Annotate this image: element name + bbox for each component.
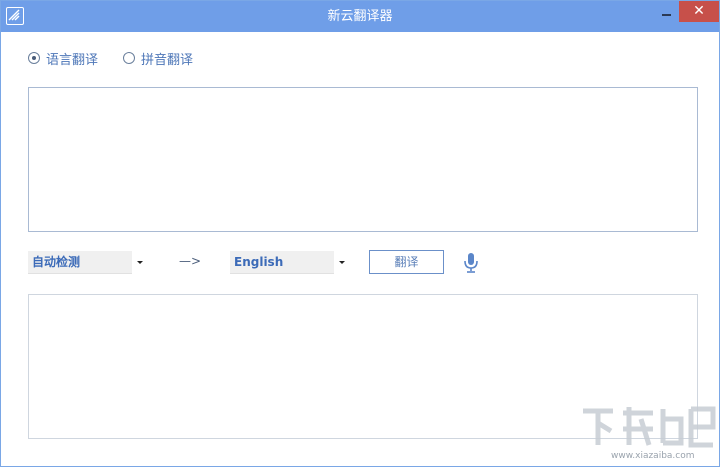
source-language-select[interactable]: 自动检测 xyxy=(28,251,148,274)
direction-arrow: —> xyxy=(179,254,202,268)
language-translate-radio[interactable]: 语言翻译 xyxy=(28,49,99,68)
minimize-button[interactable] xyxy=(653,1,681,22)
language-translate-label: 语言翻译 xyxy=(46,52,99,68)
radio-unchecked-icon xyxy=(123,52,135,64)
pinyin-translate-radio[interactable]: 拼音翻译 xyxy=(123,49,194,68)
chevron-down-icon[interactable] xyxy=(334,251,350,274)
source-language-value: 自动检测 xyxy=(32,255,81,269)
source-text-input[interactable] xyxy=(28,87,698,232)
watermark-url: www.xiazaiba.com xyxy=(611,451,695,461)
target-language-select[interactable]: English xyxy=(230,251,350,274)
chevron-down-icon[interactable] xyxy=(132,251,148,274)
translate-button[interactable]: 翻译 xyxy=(369,250,444,274)
watermark-logo: www.xiazaiba.com xyxy=(579,399,719,467)
window-title: 新云翻译器 xyxy=(327,9,393,24)
watermark-logo-icon xyxy=(583,406,716,448)
close-button[interactable]: ✕ xyxy=(679,1,719,22)
pinyin-translate-label: 拼音翻译 xyxy=(141,52,194,68)
microphone-icon[interactable] xyxy=(462,252,480,274)
close-icon: ✕ xyxy=(693,3,705,19)
target-language-value: English xyxy=(234,255,284,269)
title-bar[interactable]: 新云翻译器 ✕ xyxy=(1,1,719,32)
radio-checked-icon xyxy=(28,52,40,64)
app-window: 新云翻译器 ✕ 语言翻译 拼音翻译 自动检测 —> English 翻译 www… xyxy=(0,0,720,467)
